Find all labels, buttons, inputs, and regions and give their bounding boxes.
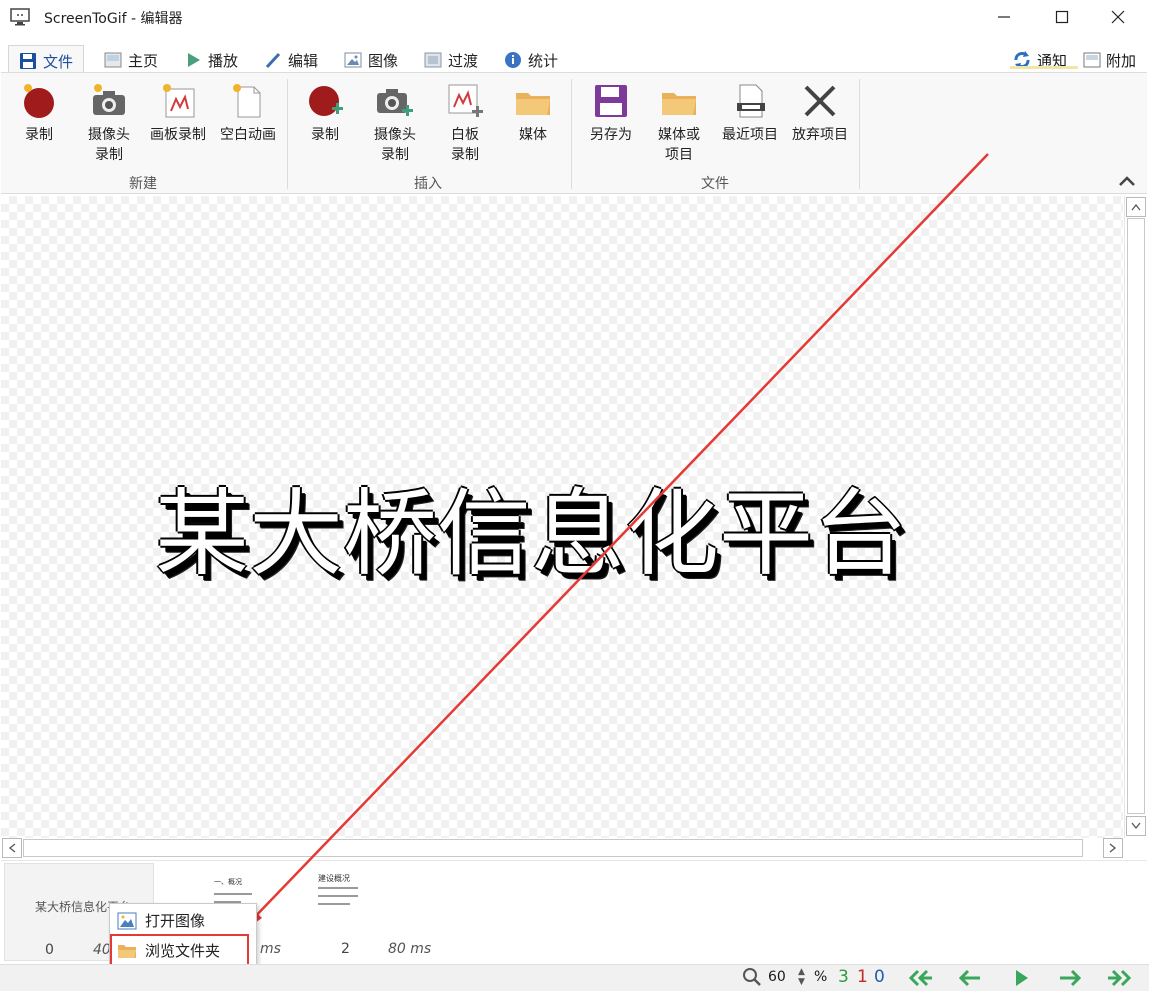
- play-button[interactable]: [1008, 966, 1036, 990]
- image-icon: [117, 912, 137, 930]
- double-right-arrow-icon: [1108, 969, 1132, 987]
- context-open-image-label: 打开图像: [145, 912, 206, 930]
- annotation-highlight-box: [110, 934, 249, 967]
- zoom-stepper[interactable]: ▲ ▼: [798, 967, 805, 987]
- annotation-arrow: [242, 153, 989, 932]
- selected-count: 1: [857, 967, 868, 987]
- left-arrow-icon: [958, 969, 980, 987]
- zoom-value[interactable]: 60: [768, 969, 786, 985]
- next-frame-button[interactable]: [1056, 966, 1084, 990]
- frame-count: 3: [838, 967, 849, 987]
- previous-frame-button[interactable]: [956, 966, 984, 990]
- status-bar: 60 ▲ ▼ % 3 1 0: [0, 964, 1149, 991]
- right-arrow-icon: [1060, 969, 1082, 987]
- last-frame-button[interactable]: [1106, 966, 1134, 990]
- current-frame-index: 0: [874, 967, 885, 987]
- first-frame-button[interactable]: [906, 966, 934, 990]
- zoom-icon: [742, 967, 762, 987]
- context-open-image[interactable]: 打开图像: [111, 906, 256, 935]
- double-left-arrow-icon: [908, 969, 932, 987]
- play-icon: [1016, 970, 1028, 986]
- zoom-percent: %: [814, 969, 828, 985]
